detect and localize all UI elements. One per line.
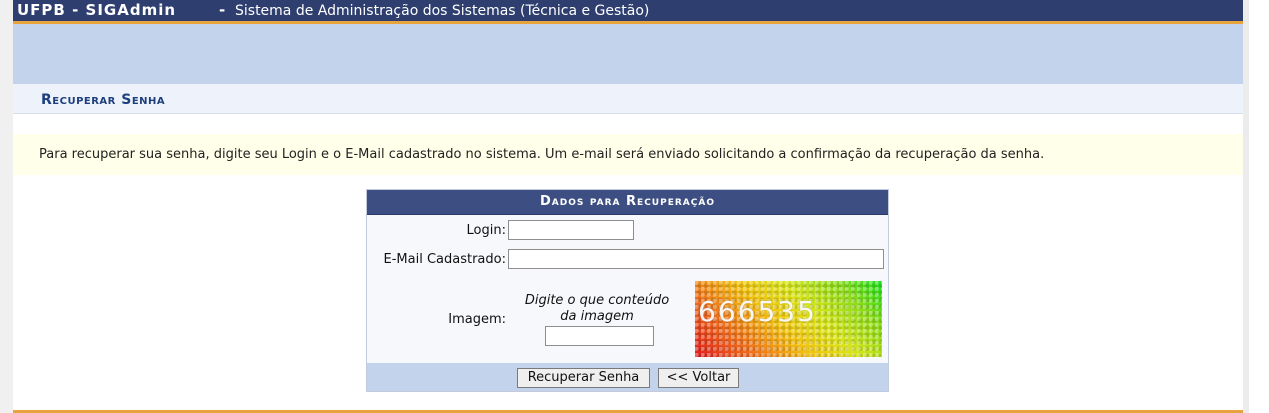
login-input[interactable]	[508, 220, 634, 240]
image-label: Imagem:	[448, 312, 506, 327]
back-button[interactable]: << Voltar	[658, 368, 739, 388]
email-input[interactable]	[508, 249, 884, 269]
recovery-form: Dados para Recuperação Login: E-Mail Cad…	[366, 189, 889, 392]
captcha-code: 666535	[698, 295, 817, 328]
form-caption: Dados para Recuperação	[367, 190, 888, 215]
info-message: Para recuperar sua senha, digite seu Log…	[39, 147, 1045, 162]
info-message-box: Para recuperar sua senha, digite seu Log…	[13, 134, 1243, 175]
title-separator: -	[219, 1, 226, 19]
top-bar: UFPB - SIGAdmin - Sistema de Administraç…	[13, 0, 1243, 21]
captcha-image: 666535	[695, 281, 882, 357]
section-header: Recuperar Senha	[13, 84, 1243, 114]
right-gutter	[1243, 0, 1269, 413]
form-button-row: Recuperar Senha << Voltar	[367, 363, 888, 391]
captcha-hint: Digite o que conteúdo da imagem	[524, 293, 670, 324]
recover-password-button[interactable]: Recuperar Senha	[517, 368, 650, 388]
captcha-input[interactable]	[545, 326, 654, 346]
page-title: Recuperar Senha	[41, 92, 166, 108]
email-label: E-Mail Cadastrado:	[383, 252, 506, 267]
page-container: UFPB - SIGAdmin - Sistema de Administraç…	[13, 0, 1243, 413]
system-brand: UFPB - SIGAdmin	[17, 1, 177, 19]
header-band	[13, 24, 1243, 84]
login-label: Login:	[466, 223, 506, 238]
system-subtitle: Sistema de Administração dos Sistemas (T…	[235, 3, 650, 19]
